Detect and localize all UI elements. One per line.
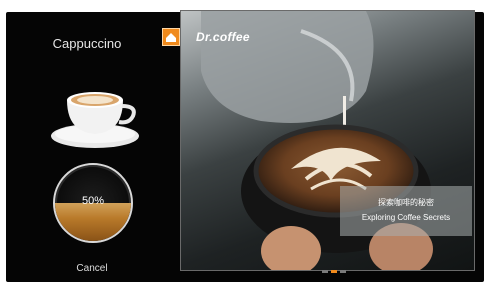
caption-chinese: 探索咖啡的秘密 (378, 198, 434, 207)
slide-pagination (322, 270, 346, 274)
home-icon[interactable] (162, 28, 180, 46)
brand-logo: Dr.coffee (196, 30, 250, 44)
progress-percent: 50% (81, 195, 105, 207)
caption-english: Exploring Coffee Secrets (361, 213, 451, 222)
slide-dot-2[interactable] (331, 270, 337, 273)
slide-dot-3[interactable] (340, 270, 346, 273)
brew-progress: 50% (53, 163, 133, 243)
drink-name: Cappuccino (52, 36, 122, 51)
slide-caption: 探索咖啡的秘密 Exploring Coffee Secrets (340, 186, 472, 236)
slide-dot-1[interactable] (322, 270, 328, 273)
coffee-cup-icon (49, 82, 141, 152)
progress-fill (55, 203, 131, 241)
cancel-button[interactable]: Cancel (62, 263, 122, 274)
